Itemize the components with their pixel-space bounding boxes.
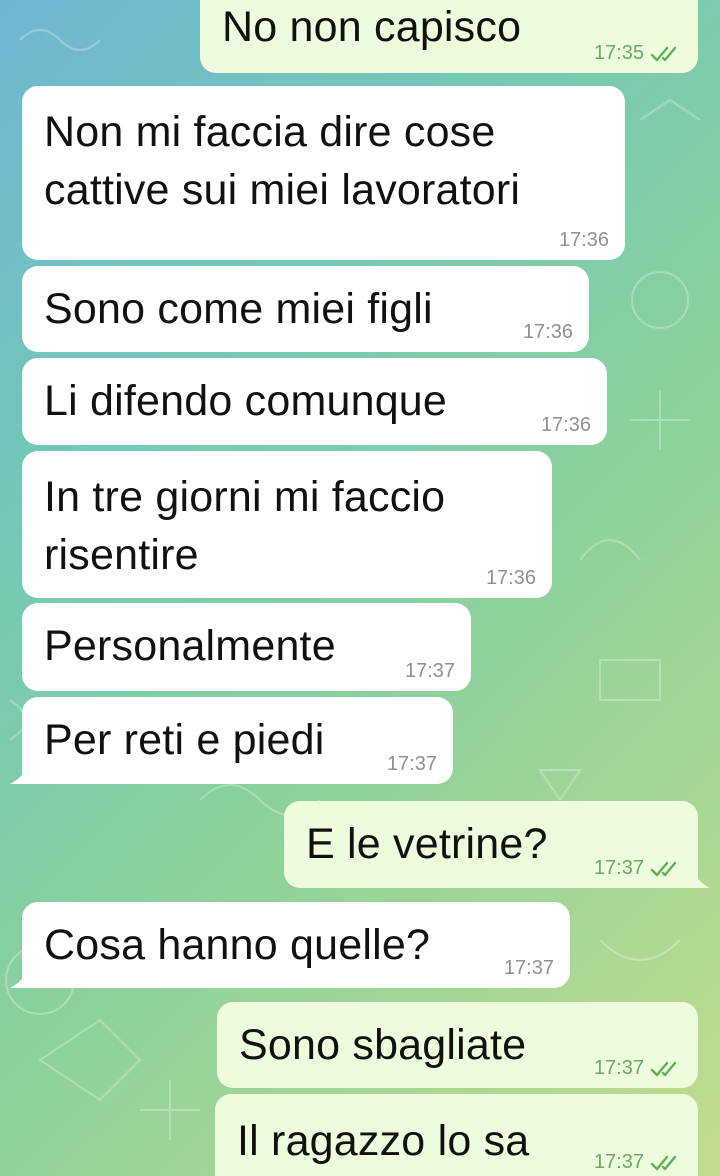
message-meta: 17:37 <box>405 660 455 683</box>
message-time: 17:37 <box>404 660 455 682</box>
message-meta: 17:37 <box>594 857 682 880</box>
message-meta: 17:36 <box>559 229 609 252</box>
message-bubble-outgoing[interactable]: No non capisco 17:35 <box>200 0 698 73</box>
message-time: 17:37 <box>593 857 644 879</box>
double-check-icon <box>650 1061 677 1076</box>
bubble-tail <box>690 868 710 888</box>
message-bubble-incoming[interactable]: Li difendo comunque 17:36 <box>22 358 607 445</box>
message-text: In tre giorni mi faccio risentire <box>44 473 446 579</box>
message-text: Sono come miei figli <box>44 285 433 333</box>
message-meta: 17:36 <box>541 414 591 437</box>
message-bubble-incoming[interactable]: Per reti e piedi 17:37 <box>10 697 453 784</box>
message-meta: 17:36 <box>523 321 573 344</box>
message-text: Non mi faccia dire cose cattive sui miei… <box>44 108 521 214</box>
message-time: 17:37 <box>503 957 554 979</box>
message-meta: 17:36 <box>486 567 536 590</box>
message-meta: 17:37 <box>504 957 554 980</box>
message-bubble-incoming[interactable]: In tre giorni mi faccio risentire 17:36 <box>22 451 552 598</box>
message-bubble-incoming[interactable]: Personalmente 17:37 <box>22 603 471 691</box>
message-text: Cosa hanno quelle? <box>44 921 431 969</box>
message-meta: 17:37 <box>387 753 437 776</box>
bubble-tail <box>10 968 30 988</box>
message-text: Li difendo comunque <box>44 377 448 425</box>
double-check-icon <box>650 861 677 876</box>
message-text: Per reti e piedi <box>44 716 325 764</box>
double-check-icon <box>650 1155 677 1170</box>
message-time: 17:36 <box>485 567 536 589</box>
message-time: 17:35 <box>593 42 644 64</box>
message-time: 17:36 <box>540 414 591 436</box>
message-meta: 17:37 <box>594 1151 682 1174</box>
message-meta: 17:37 <box>594 1057 682 1080</box>
message-time: 17:36 <box>522 321 573 343</box>
message-time: 17:36 <box>558 229 609 251</box>
message-time: 17:37 <box>386 753 437 775</box>
message-text: Personalmente <box>44 622 336 670</box>
double-check-icon <box>650 46 677 61</box>
message-time: 17:37 <box>593 1151 644 1173</box>
message-bubble-outgoing[interactable]: Il ragazzo lo sa 17:37 <box>215 1094 698 1176</box>
chat-message-list[interactable]: No non capisco 17:35 Non mi faccia dire … <box>0 0 720 1176</box>
bubble-tail <box>10 764 30 784</box>
message-bubble-incoming[interactable]: Non mi faccia dire cose cattive sui miei… <box>22 86 625 260</box>
message-time: 17:37 <box>593 1057 644 1079</box>
message-bubble-outgoing[interactable]: E le vetrine? 17:37 <box>284 801 710 888</box>
message-bubble-outgoing[interactable]: Sono sbagliate 17:37 <box>217 1002 698 1088</box>
message-bubble-incoming[interactable]: Cosa hanno quelle? 17:37 <box>10 902 570 988</box>
message-bubble-incoming[interactable]: Sono come miei figli 17:36 <box>22 266 589 352</box>
message-meta: 17:35 <box>594 42 682 65</box>
